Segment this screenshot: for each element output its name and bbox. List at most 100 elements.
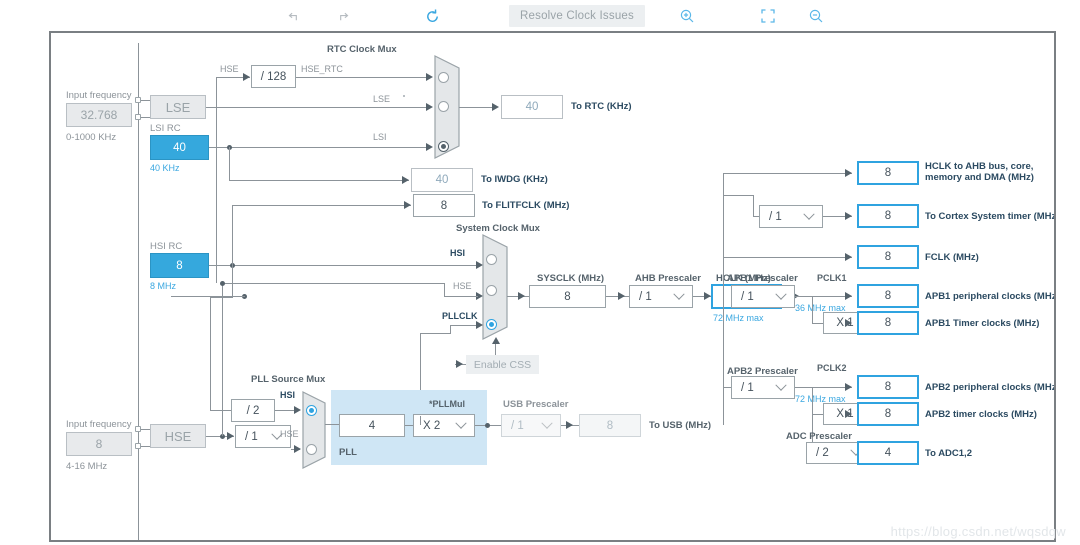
usb-prescaler-combo[interactable]: / 1 xyxy=(501,414,561,437)
hse-input-frequency-field[interactable]: 8 xyxy=(66,432,132,456)
lse-range-label: 0-1000 KHz xyxy=(66,132,117,143)
junction-dot xyxy=(220,281,225,286)
chevron-down-icon xyxy=(540,422,554,430)
wire-cortex-1 xyxy=(723,195,753,196)
wire-apb1-timer-v xyxy=(812,296,813,323)
wire-apb1-timer-h xyxy=(812,323,823,324)
chevron-down-icon xyxy=(774,293,788,301)
arrow xyxy=(704,292,711,300)
wire-hse-sysmux xyxy=(222,283,444,284)
pll-source-mux-title: PLL Source Mux xyxy=(251,374,326,385)
usb-output-label: To USB (MHz) xyxy=(649,420,712,431)
hse-signal-label: HSE xyxy=(220,64,239,74)
pll-source-option-hsi[interactable] xyxy=(306,405,317,416)
apb1-prescaler-title: APB1 Prescaler xyxy=(727,273,798,284)
rtc-mux-option-hse-rtc[interactable] xyxy=(438,72,449,83)
chevron-down-icon xyxy=(774,384,788,392)
arrow xyxy=(618,292,625,300)
arrow xyxy=(294,445,301,453)
redo-icon[interactable] xyxy=(332,5,354,27)
lsi-title-label: LSI RC xyxy=(150,123,181,134)
pllmul-value: X 2 xyxy=(423,419,441,432)
apb2-prescaler-combo[interactable]: / 1 xyxy=(731,376,795,399)
wire-lsi-iwdg xyxy=(229,180,409,181)
arrow xyxy=(426,143,433,151)
apb1-timer-output-field: 8 xyxy=(857,311,919,335)
pll-region-label: PLL xyxy=(339,447,357,458)
pll-src-hse-label: HSE xyxy=(280,429,299,439)
usb-output-field: 8 xyxy=(579,414,641,437)
resolve-clock-issues-button[interactable]: Resolve Clock Issues xyxy=(509,5,645,27)
wire-hsi-pll-down xyxy=(210,297,211,410)
usb-prescaler-value: / 1 xyxy=(511,419,524,432)
wire-hse-to-128-up xyxy=(216,77,217,283)
wire-hse-263 xyxy=(171,296,245,297)
arrow xyxy=(845,253,852,261)
arrow xyxy=(404,201,411,209)
lse-oscillator-box[interactable]: LSE xyxy=(150,95,206,119)
wire-hse-sysmux-v xyxy=(444,283,445,297)
refresh-icon[interactable] xyxy=(421,5,443,27)
hse-oscillator-box[interactable]: HSE xyxy=(150,424,206,448)
watermark: https://blog.csdn.net/wqsdqw xyxy=(890,524,1066,539)
clock-configuration-canvas[interactable]: Input frequency 32.768 0-1000 KHz LSE LS… xyxy=(49,31,1056,542)
lse-signal-label: LSE xyxy=(373,94,391,104)
wire-hsi-flitfclk xyxy=(232,205,411,206)
cortex-systick-prescaler-combo[interactable]: / 1 xyxy=(759,205,823,228)
ahb-prescaler-combo[interactable]: / 1 xyxy=(629,285,693,308)
wire-plldiv-mul xyxy=(405,425,413,426)
sys-mux-hsi-label: HSI xyxy=(450,248,466,258)
wire-cortex-v xyxy=(753,195,754,217)
lsi-value-field[interactable]: 40 xyxy=(150,135,209,160)
hse-prescaler-value: / 1 xyxy=(245,430,258,443)
adc-output-label: To ADC1,2 xyxy=(925,448,972,459)
rtc-mux-option-lsi[interactable] xyxy=(438,141,449,152)
apb1-peripheral-output-label: APB1 peripheral clocks (MHz) xyxy=(925,291,1056,302)
wire-fclk xyxy=(723,257,852,258)
pllmul-title: *PLLMul xyxy=(429,399,465,409)
fclk-output-label: FCLK (MHz) xyxy=(925,252,979,263)
wire-hsi xyxy=(209,265,449,266)
hse-div128-box: / 128 xyxy=(251,65,296,88)
sys-mux-option-hsi[interactable] xyxy=(486,254,497,265)
undo-icon[interactable] xyxy=(282,5,304,27)
arrow xyxy=(426,73,433,81)
pll-divider-field[interactable]: 4 xyxy=(339,414,405,437)
wire-hse-up xyxy=(222,283,223,436)
zoom-in-icon[interactable] xyxy=(676,5,698,27)
wire-lsi-down xyxy=(229,147,230,181)
arrow xyxy=(456,360,463,368)
sys-mux-option-hse[interactable] xyxy=(486,285,497,296)
hsi-value-field[interactable]: 8 xyxy=(150,253,209,278)
pll-source-option-hse[interactable] xyxy=(306,444,317,455)
sys-mux-option-pllclk[interactable] xyxy=(486,319,497,330)
arrow xyxy=(845,169,852,177)
adc-prescaler-value: / 2 xyxy=(816,447,829,459)
fclk-output-field: 8 xyxy=(857,245,919,269)
lse-input-frequency-field[interactable]: 32.768 xyxy=(66,103,132,127)
rtc-mux-option-lse[interactable] xyxy=(438,101,449,112)
wire-pllclk-tap xyxy=(420,416,421,425)
hclk-max-label: 72 MHz max xyxy=(713,313,764,323)
arrow xyxy=(402,176,409,184)
apb1-prescaler-combo[interactable]: / 1 xyxy=(731,285,795,308)
apb2-peripheral-output-label: APB2 peripheral clocks (MHz) xyxy=(925,382,1056,393)
apb2-prescaler-value: / 1 xyxy=(741,381,754,394)
apb2-timer-output-field: 8 xyxy=(857,402,919,426)
to-iwdg-output-field: 40 xyxy=(411,168,473,192)
to-rtc-label: To RTC (KHz) xyxy=(571,101,632,112)
pll-source-mux[interactable] xyxy=(301,390,329,475)
arrow xyxy=(476,321,483,329)
wire-pclk1 xyxy=(795,296,852,297)
rtc-clock-mux-title: RTC Clock Mux xyxy=(327,44,397,55)
fit-to-screen-icon[interactable] xyxy=(757,5,779,27)
arrow xyxy=(426,103,433,111)
wire-pllclk-h xyxy=(420,333,451,334)
arrow xyxy=(845,212,852,220)
cortex-systick-output-label: To Cortex System timer (MHz) xyxy=(925,211,1056,222)
usb-prescaler-title: USB Prescaler xyxy=(503,399,569,410)
enable-css-button[interactable]: Enable CSS xyxy=(466,355,539,374)
zoom-out-icon[interactable] xyxy=(805,5,827,27)
sys-mux-pllclk-label: PLLCLK xyxy=(442,311,478,321)
pllmul-combo[interactable]: X 2 xyxy=(413,414,475,437)
